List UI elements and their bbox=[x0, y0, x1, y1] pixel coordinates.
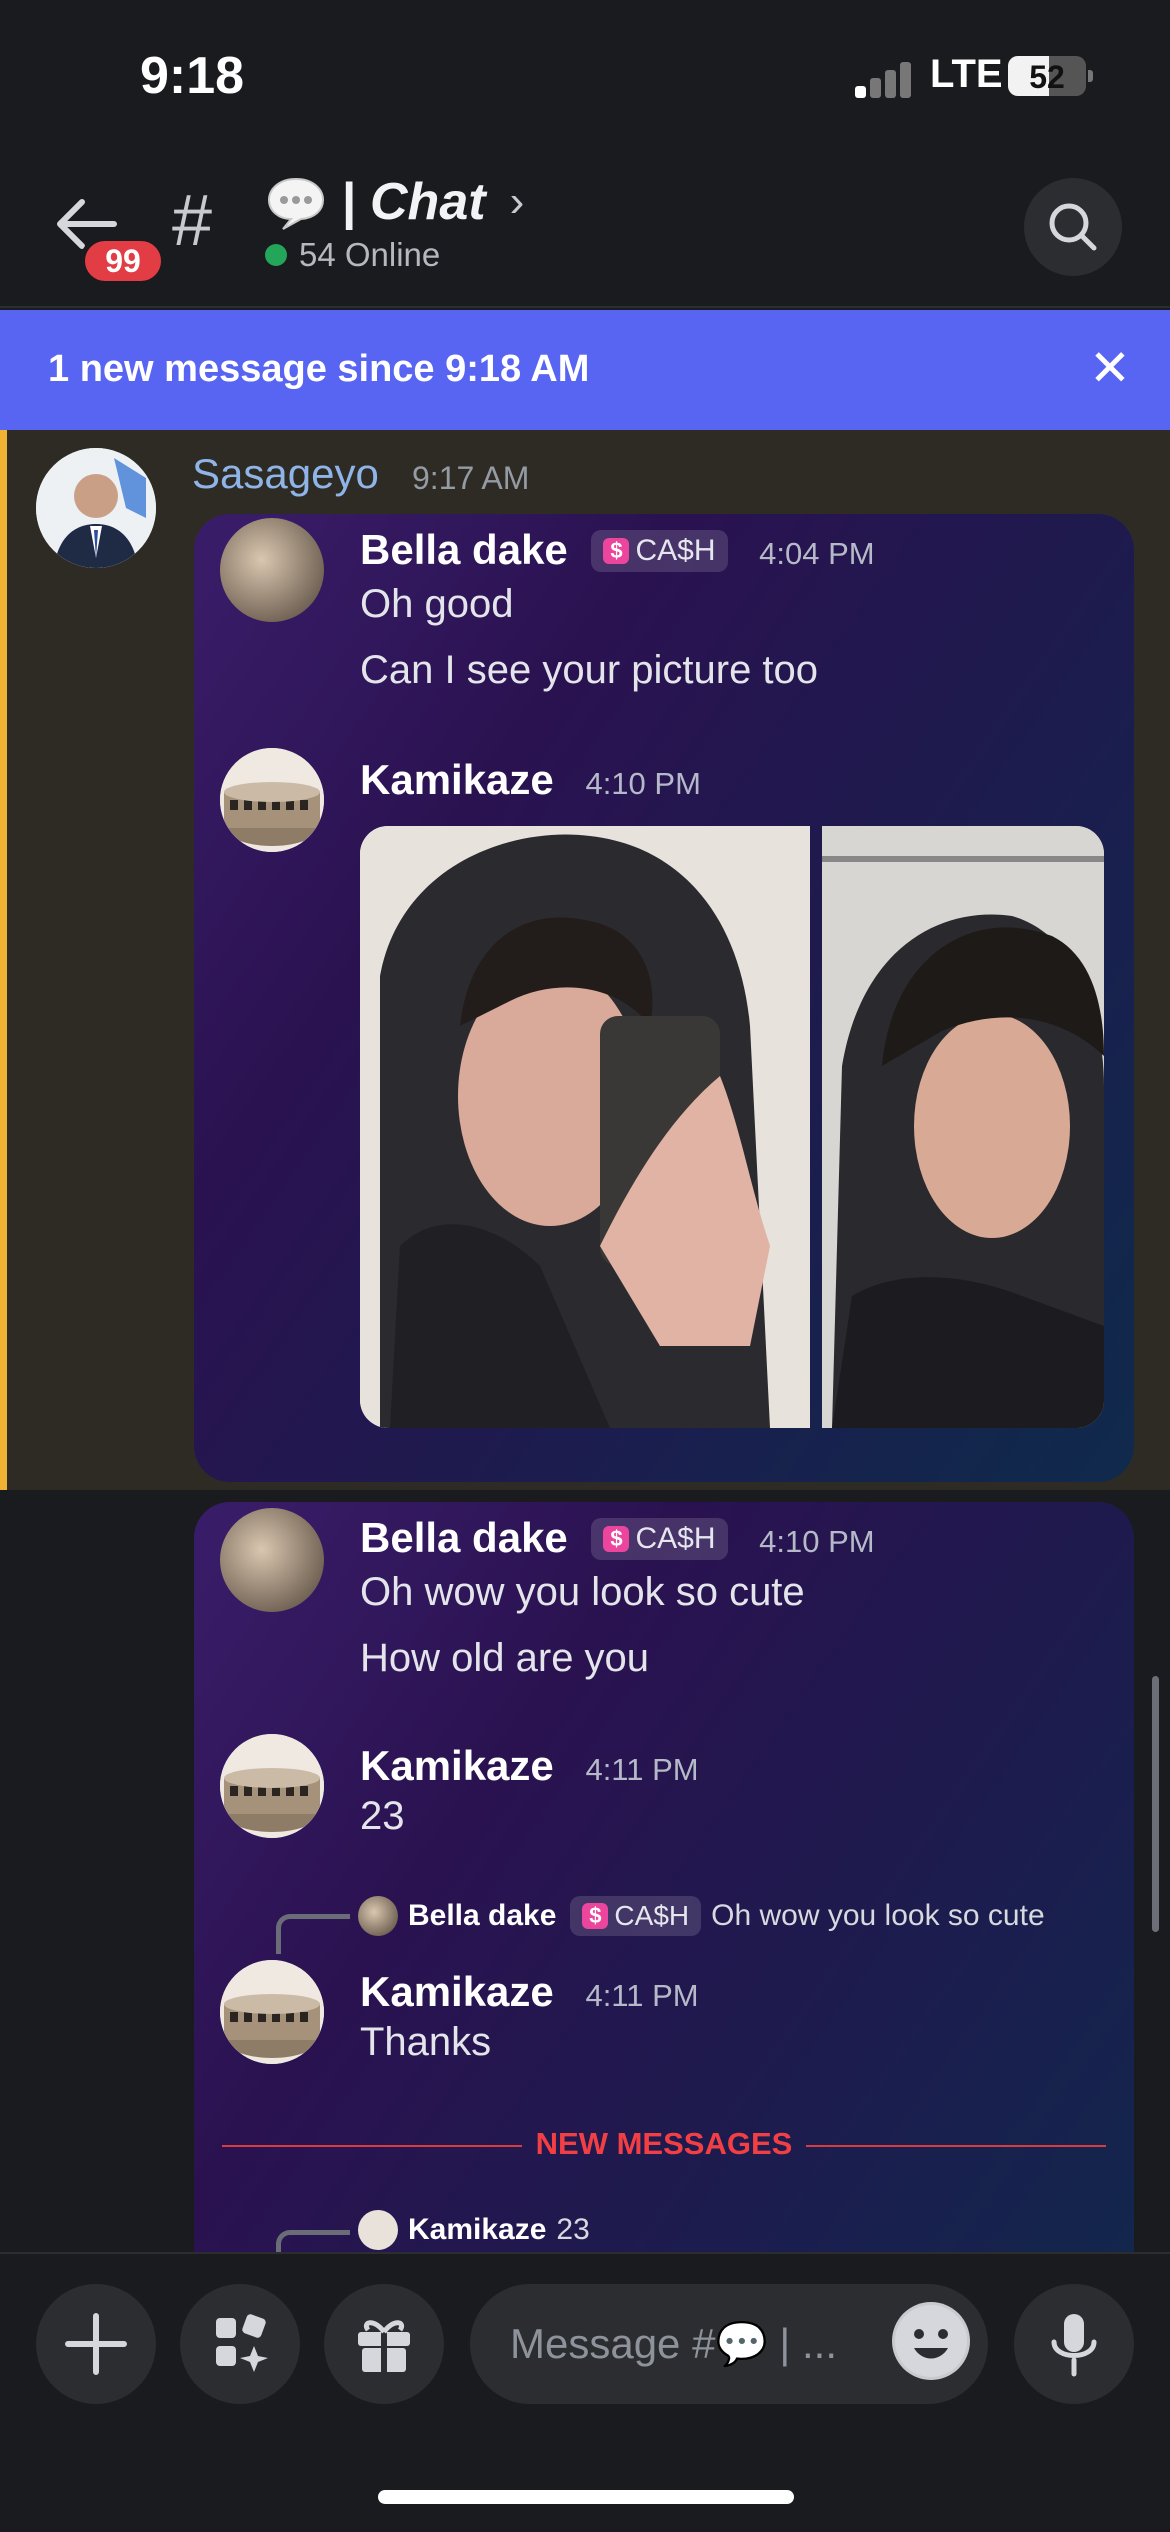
guild-tag: $ CA$H bbox=[591, 530, 728, 572]
portrait-photo[interactable] bbox=[822, 826, 1104, 1428]
guild-tag: $ CA$H bbox=[570, 1896, 702, 1936]
gift-button[interactable] bbox=[324, 2284, 444, 2404]
selfie-photo[interactable] bbox=[360, 826, 810, 1428]
channel-header: 99 # | Chat › 54 Online bbox=[0, 140, 1170, 308]
message-header: Kamikaze 4:10 PM bbox=[360, 756, 701, 804]
emoji-icon bbox=[895, 2305, 967, 2377]
avatar bbox=[358, 2210, 398, 2250]
close-icon[interactable]: ✕ bbox=[1082, 340, 1138, 396]
reply-text: Oh wow you look so cute bbox=[711, 1899, 1045, 1932]
home-indicator[interactable] bbox=[378, 2490, 794, 2504]
channel-title-button[interactable]: | Chat › bbox=[265, 162, 524, 242]
message-header: Bella dake $ CA$H 4:10 PM bbox=[360, 1514, 875, 1562]
message-author: Kamikaze bbox=[360, 1968, 554, 2015]
reply-text: 23 bbox=[556, 2213, 590, 2246]
selfie-image bbox=[360, 826, 810, 1428]
unread-badge: 99 bbox=[80, 236, 166, 286]
battery-percent: 52 bbox=[1029, 59, 1065, 95]
avatar bbox=[358, 1896, 398, 1936]
avatar[interactable] bbox=[36, 448, 156, 568]
message-text: Oh good bbox=[360, 582, 514, 626]
message-author: Kamikaze bbox=[360, 756, 554, 803]
microphone-icon bbox=[1051, 2314, 1097, 2377]
signal-icon bbox=[855, 58, 915, 98]
divider-label: NEW MESSAGES bbox=[535, 2126, 793, 2161]
guild-tag-label: CA$H bbox=[635, 534, 716, 567]
message-text: Can I see your picture too bbox=[360, 648, 819, 692]
guild-tag-label: CA$H bbox=[635, 1522, 716, 1555]
avatar bbox=[220, 1508, 324, 1612]
cash-icon: $ bbox=[603, 538, 630, 564]
message-time: 4:10 PM bbox=[759, 1524, 875, 1559]
message-text: 23 bbox=[360, 1794, 405, 1838]
colosseum-avatar-image bbox=[220, 748, 324, 852]
message-input-placeholder: Message #💬 | ... bbox=[510, 2319, 837, 2367]
message-author: Bella dake bbox=[360, 1514, 568, 1561]
online-text: 54 Online bbox=[299, 236, 441, 273]
online-count: 54 Online bbox=[265, 236, 440, 274]
status-time: 9:18 bbox=[140, 47, 245, 105]
portrait-image bbox=[822, 826, 1104, 1428]
message-header: Kamikaze 4:11 PM bbox=[360, 1742, 699, 1790]
avatar bbox=[220, 748, 324, 852]
search-button[interactable] bbox=[1024, 178, 1122, 276]
avatar bbox=[220, 1960, 324, 2064]
speech-bubble-icon bbox=[265, 175, 327, 230]
message-author: Bella dake bbox=[360, 526, 568, 573]
reply-preview: Bella dake $ CA$H Oh wow you look so cute bbox=[358, 1896, 1045, 1936]
add-button[interactable] bbox=[36, 2284, 156, 2404]
battery-tip bbox=[1088, 70, 1093, 82]
reply-author: Kamikaze bbox=[408, 2213, 547, 2246]
attached-image-1[interactable]: Bella dake $ CA$H 4:04 PM Oh good Can I s… bbox=[194, 514, 1134, 1482]
message-text: How old are you bbox=[360, 1636, 650, 1680]
cash-icon: $ bbox=[582, 1903, 609, 1929]
gift-icon bbox=[358, 2320, 410, 2372]
new-message-banner[interactable]: 1 new message since 9:18 AM ✕ bbox=[0, 310, 1170, 430]
apps-button[interactable] bbox=[180, 2284, 300, 2404]
colosseum-avatar-image bbox=[220, 1734, 324, 1838]
chevron-right-icon: › bbox=[509, 177, 525, 226]
status-bar: 9:18 LTE 52 bbox=[0, 0, 1170, 140]
guild-tag-label: CA$H bbox=[614, 1900, 690, 1931]
message-author: Kamikaze bbox=[360, 1742, 554, 1789]
cash-icon: $ bbox=[603, 1526, 630, 1552]
message-time: 4:11 PM bbox=[585, 1752, 699, 1787]
network-type: LTE bbox=[930, 52, 1003, 96]
guild-tag: $ CA$H bbox=[591, 1518, 728, 1560]
banner-text: 1 new message since 9:18 AM bbox=[48, 348, 590, 390]
message-time: 4:11 PM bbox=[585, 1978, 699, 2013]
battery-icon: 52 bbox=[1008, 56, 1086, 96]
emoji-button[interactable] bbox=[892, 2302, 970, 2380]
reply-connector bbox=[276, 1914, 350, 1954]
post-time: 9:17 AM bbox=[412, 460, 530, 496]
reply-author: Bella dake bbox=[408, 1899, 557, 1932]
colosseum-avatar-image bbox=[220, 1960, 324, 2064]
scrollbar[interactable] bbox=[1152, 1676, 1159, 1932]
message-header: Bella dake $ CA$H 4:04 PM bbox=[360, 526, 875, 574]
post-author[interactable]: Sasageyo bbox=[192, 450, 379, 498]
message-header: Kamikaze 4:11 PM bbox=[360, 1968, 699, 2016]
message-text: Oh wow you look so cute bbox=[360, 1570, 805, 1614]
plus-icon bbox=[65, 2313, 127, 2375]
apps-icon bbox=[216, 2314, 268, 2372]
message-text: Thanks bbox=[360, 2020, 492, 2064]
search-icon bbox=[1049, 203, 1097, 251]
avatar bbox=[220, 1734, 324, 1838]
online-dot-icon bbox=[265, 244, 287, 266]
message-time: 4:04 PM bbox=[759, 536, 875, 571]
message-time: 4:10 PM bbox=[585, 766, 701, 801]
channel-name: | Chat bbox=[341, 173, 486, 231]
reply-preview: Kamikaze 23 bbox=[358, 2210, 590, 2250]
avatar bbox=[220, 518, 324, 622]
highlight-bar bbox=[0, 430, 7, 1490]
microphone-button[interactable] bbox=[1014, 2284, 1134, 2404]
user-avatar-image bbox=[36, 448, 156, 568]
new-messages-divider: NEW MESSAGES bbox=[222, 2126, 1106, 2166]
channel-hash-icon: # bbox=[172, 181, 213, 261]
